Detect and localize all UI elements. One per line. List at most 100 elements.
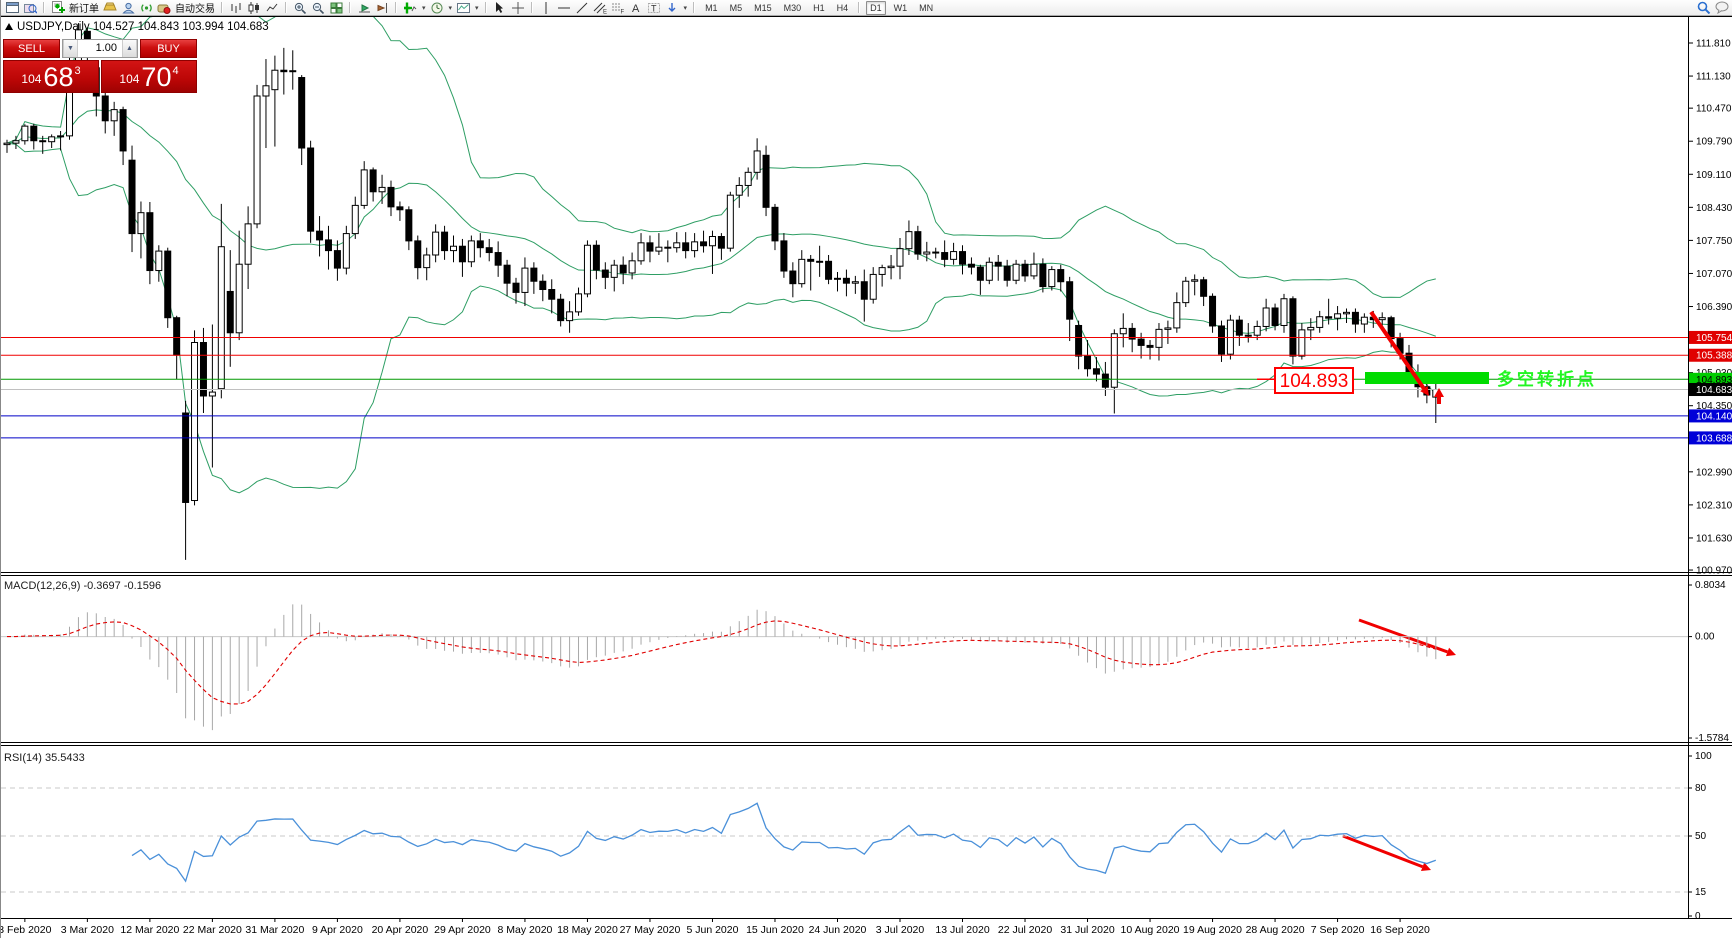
cursor-icon[interactable] xyxy=(493,1,507,14)
svg-text:A: A xyxy=(632,3,640,14)
svg-text:10 Aug 2020: 10 Aug 2020 xyxy=(1121,924,1180,936)
new-order-icon[interactable] xyxy=(51,1,65,14)
timeframe-m5[interactable]: M5 xyxy=(726,1,747,15)
svg-text:103.688: 103.688 xyxy=(1696,433,1732,444)
svg-text:0: 0 xyxy=(1695,911,1701,922)
timeframe-h1[interactable]: H1 xyxy=(809,1,829,15)
volume-increase-button[interactable]: ▲ xyxy=(122,40,137,57)
svg-text:80: 80 xyxy=(1695,783,1707,794)
svg-text:22 Mar 2020: 22 Mar 2020 xyxy=(183,924,242,936)
svg-text:106.390: 106.390 xyxy=(1696,302,1732,313)
sell-button[interactable]: SELL xyxy=(3,39,60,58)
price-callout-text: 104.893 xyxy=(1280,371,1349,392)
timeframe-w1[interactable]: W1 xyxy=(890,1,912,15)
account-icon[interactable] xyxy=(121,1,135,14)
signals-icon[interactable] xyxy=(139,1,153,14)
ask-point: 4 xyxy=(172,65,178,77)
bid-point: 3 xyxy=(74,65,80,77)
fibonacci-icon[interactable]: F xyxy=(611,1,625,14)
autotrading-button[interactable]: 自动交易 xyxy=(175,0,215,15)
text-icon[interactable]: A xyxy=(629,1,643,14)
svg-text:F: F xyxy=(620,9,624,14)
periods-icon[interactable] xyxy=(430,1,444,14)
svg-text:16 Sep 2020: 16 Sep 2020 xyxy=(1370,924,1430,936)
svg-text:27 May 2020: 27 May 2020 xyxy=(620,924,681,936)
svg-text:9 Apr 2020: 9 Apr 2020 xyxy=(312,924,363,936)
timeframe-h4[interactable]: H4 xyxy=(833,1,853,15)
svg-text:15: 15 xyxy=(1695,887,1707,898)
timeframe-d1[interactable]: D1 xyxy=(866,1,886,15)
buy-button[interactable]: BUY xyxy=(140,39,197,58)
turning-point-bar[interactable] xyxy=(1365,372,1489,384)
svg-text:18 May 2020: 18 May 2020 xyxy=(557,924,618,936)
chat-icon[interactable] xyxy=(1715,1,1729,14)
autotrading-icon[interactable] xyxy=(157,1,171,14)
chart-shift-icon[interactable] xyxy=(375,1,389,14)
trendline-icon[interactable] xyxy=(575,1,589,14)
gold-icon[interactable] xyxy=(103,1,117,14)
volume-decrease-button[interactable]: ▼ xyxy=(63,40,78,57)
svg-text:24 Jun 2020: 24 Jun 2020 xyxy=(809,924,867,936)
horizontal-line-icon[interactable] xyxy=(557,1,571,14)
toolbar-separator xyxy=(395,2,397,13)
templates-dropdown[interactable]: ▾ xyxy=(475,4,479,12)
arrows-tool-icon[interactable] xyxy=(665,1,679,14)
ask-price-box[interactable]: 104704 xyxy=(101,60,197,93)
one-click-trading-panel: SELL ▼ 1.00 ▲ BUY 104683 104704 xyxy=(3,39,197,93)
bar-chart-icon[interactable] xyxy=(229,1,243,14)
svg-text:110.470: 110.470 xyxy=(1696,104,1732,115)
timeframe-mn[interactable]: MN xyxy=(915,1,937,15)
bid-price-box[interactable]: 104683 xyxy=(3,60,99,93)
arrows-dropdown[interactable]: ▾ xyxy=(684,4,688,12)
svg-text:0.00: 0.00 xyxy=(1695,632,1715,643)
svg-text:31 Mar 2020: 31 Mar 2020 xyxy=(245,924,304,936)
volume-value[interactable]: 1.00 xyxy=(78,40,122,57)
indicators-dropdown[interactable]: ▾ xyxy=(422,4,426,12)
svg-text:20 Apr 2020: 20 Apr 2020 xyxy=(372,924,429,936)
equidistant-channel-icon[interactable]: E xyxy=(593,1,607,14)
new-chart-icon[interactable] xyxy=(5,1,19,14)
svg-text:31 Jul 2020: 31 Jul 2020 xyxy=(1060,924,1114,936)
svg-text:50: 50 xyxy=(1695,831,1707,842)
periods-dropdown[interactable]: ▾ xyxy=(449,4,453,12)
indicators-icon[interactable] xyxy=(403,1,417,14)
timeframe-m30[interactable]: M30 xyxy=(780,1,806,15)
search-icon[interactable] xyxy=(1697,1,1711,14)
crosshair-icon[interactable] xyxy=(511,1,525,14)
svg-text:E: E xyxy=(603,9,607,14)
toolbar-separator xyxy=(531,2,533,13)
templates-icon[interactable] xyxy=(456,1,470,14)
svg-text:0.8034: 0.8034 xyxy=(1695,580,1726,591)
svg-text:5 Jun 2020: 5 Jun 2020 xyxy=(686,924,738,936)
svg-text:3 Jul 2020: 3 Jul 2020 xyxy=(876,924,925,936)
svg-text:7 Sep 2020: 7 Sep 2020 xyxy=(1311,924,1365,936)
vertical-line-icon[interactable] xyxy=(539,1,553,14)
svg-text:8 May 2020: 8 May 2020 xyxy=(498,924,553,936)
toolbar-separator xyxy=(221,2,223,13)
svg-text:105.754: 105.754 xyxy=(1696,333,1732,344)
svg-text:104.683: 104.683 xyxy=(1696,385,1732,396)
svg-text:22 Jul 2020: 22 Jul 2020 xyxy=(998,924,1052,936)
new-order-button[interactable]: 新订单 xyxy=(69,0,99,15)
candlestick-icon[interactable] xyxy=(247,1,261,14)
zoom-in-icon[interactable] xyxy=(293,1,307,14)
svg-text:3 Feb 2020: 3 Feb 2020 xyxy=(1,924,52,936)
toolbar-separator xyxy=(858,2,860,13)
text-label-icon[interactable]: T xyxy=(647,1,661,14)
svg-text:15 Jun 2020: 15 Jun 2020 xyxy=(746,924,804,936)
tile-windows-icon[interactable] xyxy=(329,1,343,14)
autoscroll-icon[interactable] xyxy=(357,1,371,14)
turning-point-label[interactable]: 多空转折点 xyxy=(1497,369,1597,389)
svg-text:13 Jul 2020: 13 Jul 2020 xyxy=(935,924,989,936)
svg-text:111.810: 111.810 xyxy=(1696,39,1731,50)
svg-text:100.970: 100.970 xyxy=(1696,566,1732,577)
toolbar-separator xyxy=(349,2,351,13)
timeframe-m1[interactable]: M1 xyxy=(701,1,722,15)
svg-text:12 Mar 2020: 12 Mar 2020 xyxy=(120,924,179,936)
svg-text:T: T xyxy=(651,3,657,13)
line-chart-icon[interactable] xyxy=(265,1,279,14)
zoom-out-icon[interactable] xyxy=(311,1,325,14)
svg-text:111.130: 111.130 xyxy=(1696,72,1731,83)
profiles-icon[interactable] xyxy=(23,1,37,14)
timeframe-m15[interactable]: M15 xyxy=(750,1,776,15)
